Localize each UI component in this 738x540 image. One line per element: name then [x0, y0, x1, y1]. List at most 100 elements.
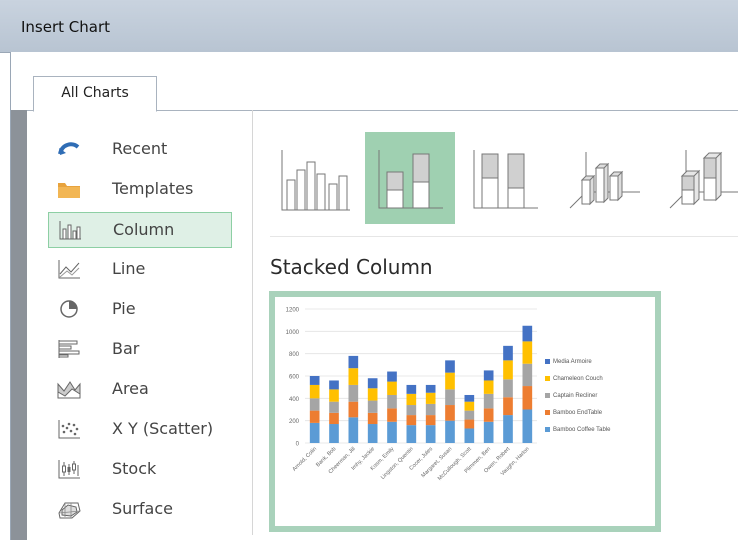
tab-strip: All Charts [11, 52, 738, 112]
bar-segment [445, 405, 455, 421]
bar-segment [309, 376, 320, 385]
bar-segment [464, 394, 475, 402]
bar-segment [387, 381, 397, 395]
bar-chart-icon [58, 340, 80, 358]
left-frame [11, 110, 27, 540]
preview-chart: 120010008006004002000Arnold, ColinBank, … [286, 308, 612, 482]
folder-icon [58, 183, 80, 198]
y-tick-label: 600 [289, 375, 300, 381]
chart-type-list: Recent Templates Column Line Pie Bar Are… [48, 132, 238, 532]
100-stacked-column-icon [473, 150, 538, 209]
subtype-stacked-column[interactable] [365, 132, 455, 224]
subtype-100-stacked-column[interactable] [460, 132, 550, 224]
legend-label: Captain Recliner [553, 393, 597, 399]
bar-segment [445, 389, 455, 406]
subtype-clustered-column[interactable] [270, 132, 360, 224]
surface-chart-icon [58, 502, 81, 519]
subtype-title: Stacked Column [270, 255, 433, 279]
sidebar-item-stock[interactable]: Stock [48, 452, 230, 486]
sidebar-item-area[interactable]: Area [48, 372, 230, 406]
bar-segment [406, 405, 417, 416]
bar-segment [406, 384, 417, 394]
bar-segment [387, 408, 397, 422]
bar-segment [483, 370, 494, 381]
y-tick-label: 0 [296, 442, 300, 448]
pie-chart-icon [60, 300, 78, 318]
area-chart-icon [57, 381, 81, 399]
y-tick-label: 400 [289, 397, 300, 403]
bar-segment [425, 392, 436, 404]
sidebar-item-scatter[interactable]: X Y (Scatter) [48, 412, 230, 446]
line-chart-icon [58, 260, 80, 279]
3d-clustered-column-icon [569, 152, 640, 209]
bar-segment [503, 345, 513, 361]
bar-segment [445, 420, 455, 443]
window-title: Insert Chart [21, 18, 111, 36]
bar-segment [309, 384, 320, 399]
sidebar-item-label: Stock [112, 459, 157, 478]
bar-segment [522, 386, 533, 410]
legend-swatch [545, 393, 550, 398]
sidebar-item-label: Templates [112, 179, 194, 198]
sidebar-item-column[interactable]: Column [48, 212, 232, 248]
sidebar-item-recent[interactable]: Recent [48, 132, 230, 166]
bar-segment [367, 424, 378, 443]
bar-segment [367, 400, 378, 413]
bar-segment [329, 412, 339, 425]
bar-segment [367, 378, 378, 389]
sidebar-item-surface[interactable]: Surface [48, 492, 230, 526]
legend-label: Chameleon Couch [553, 376, 603, 382]
chart-preview[interactable]: 1200 1000 800 600 400 200 0 Arnold, Colin Bank, … [269, 291, 661, 532]
bar-segment [329, 389, 339, 402]
sidebar-item-pie[interactable]: Pie [48, 292, 230, 326]
stacked-column-icon [378, 150, 443, 209]
sidebar-item-templates[interactable]: Templates [48, 172, 230, 206]
title-bar: Insert Chart [0, 0, 738, 53]
bar-segment [522, 341, 533, 364]
sidebar-item-label: Recent [112, 139, 168, 158]
bar-segment [309, 422, 320, 443]
bar-segment [503, 360, 513, 380]
bar-segment [503, 379, 513, 398]
bar-segment [522, 409, 533, 443]
subtype-3d-clustered-column[interactable] [560, 132, 650, 224]
bar-segment [387, 421, 397, 443]
bar-segment [367, 412, 378, 425]
sidebar-item-bar[interactable]: Bar [48, 332, 230, 366]
subtype-3d-stacked-column[interactable] [660, 132, 738, 224]
legend-swatch [545, 376, 550, 381]
bar-segment [348, 368, 359, 385]
bar-segment [406, 415, 417, 426]
y-tick-label: 1200 [286, 308, 300, 314]
sidebar-item-line[interactable]: Line [48, 252, 230, 286]
bar-segment [329, 424, 339, 443]
separator [270, 236, 738, 237]
bar-segment [464, 410, 475, 420]
bar-segment [445, 360, 455, 373]
bar-segment [406, 425, 417, 443]
bar-segment [483, 421, 494, 443]
bar-segment [483, 393, 494, 409]
bar-segment [464, 428, 475, 443]
bar-segment [483, 408, 494, 422]
scatter-chart-icon [58, 420, 80, 439]
bar-segment [348, 417, 359, 443]
bar-segment [503, 415, 513, 443]
column-chart-icon [59, 221, 81, 240]
sidebar-item-label: X Y (Scatter) [112, 419, 214, 438]
tab-all-charts[interactable]: All Charts [33, 76, 157, 112]
bar-segment [387, 394, 397, 409]
y-tick-label: 200 [289, 419, 300, 425]
bar-segment [425, 384, 436, 393]
bar-segment [348, 401, 359, 418]
stock-chart-icon [58, 460, 80, 479]
sidebar-item-label: Bar [112, 339, 140, 358]
bar-segment [309, 410, 320, 423]
bar-segment [522, 325, 533, 342]
x-tick-label: Arnold, Colin [292, 446, 319, 473]
legend-swatch [545, 427, 550, 432]
bar-segment [522, 363, 533, 387]
bar-segment [483, 380, 494, 394]
3d-stacked-column-icon [669, 150, 738, 209]
y-tick-label: 1000 [286, 330, 300, 336]
